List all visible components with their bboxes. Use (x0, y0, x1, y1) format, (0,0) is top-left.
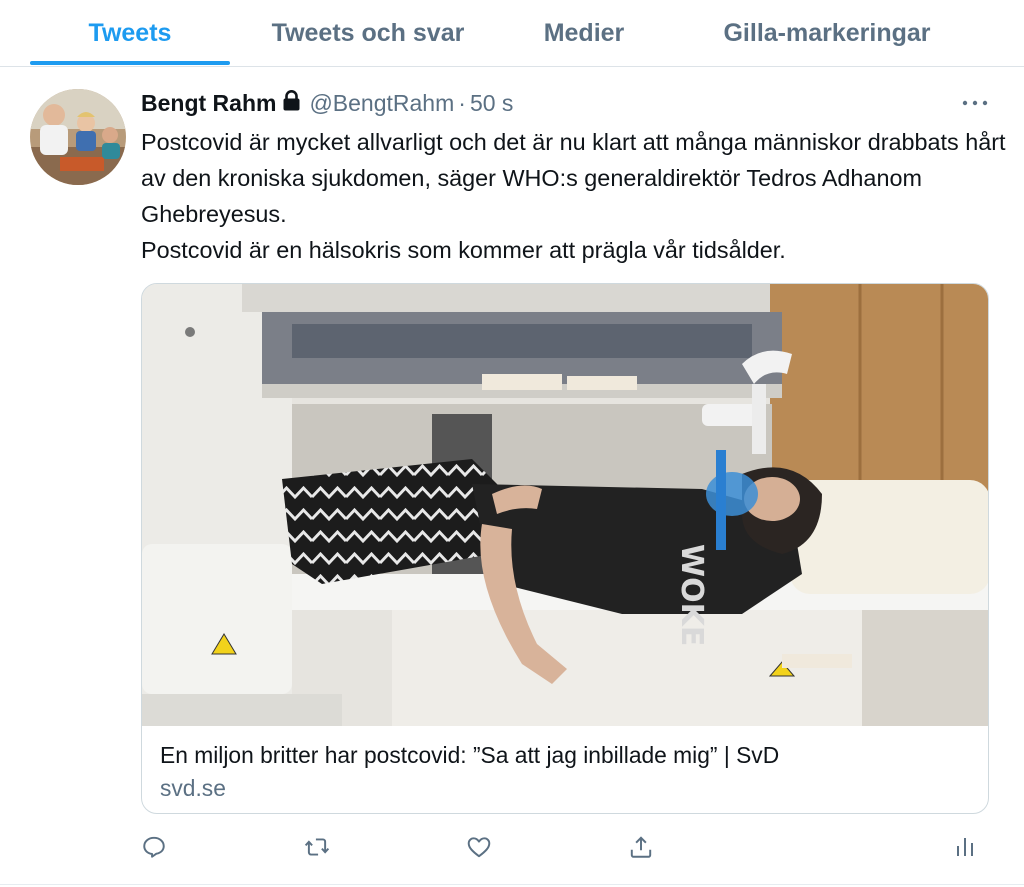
avatar[interactable] (30, 89, 126, 185)
tweet-text: Postcovid är mycket allvarligt och det ä… (141, 124, 1011, 268)
author-handle[interactable]: @BengtRahm (309, 90, 454, 117)
tweet-text-line: Postcovid är en hälsokris som kommer att… (141, 237, 786, 263)
tweet-text-line: Postcovid är mycket allvarligt och det ä… (141, 129, 1006, 227)
profile-tabs: Tweets Tweets och svar Medier Gilla-mark… (0, 0, 1024, 67)
tweet-timestamp[interactable]: 50 s (470, 90, 513, 117)
tab-media[interactable]: Medier (514, 0, 654, 66)
lock-icon (282, 89, 301, 117)
tab-likes[interactable]: Gilla-markeringar (696, 0, 958, 66)
reply-icon[interactable] (137, 830, 171, 864)
analytics-icon[interactable] (948, 830, 982, 864)
share-icon[interactable] (624, 830, 658, 864)
meta-separator: · (458, 89, 466, 116)
link-card-image[interactable]: WOKE (142, 284, 988, 726)
author-name[interactable]: Bengt Rahm (141, 90, 276, 117)
retweet-icon[interactable] (300, 830, 334, 864)
more-icon[interactable] (960, 96, 990, 110)
tab-tweets[interactable]: Tweets (30, 0, 230, 66)
tab-tweets-and-replies[interactable]: Tweets och svar (248, 0, 488, 66)
tweet-header: Bengt Rahm @BengtRahm · 50 s (141, 86, 513, 120)
link-card-domain: svd.se (160, 775, 226, 801)
like-icon[interactable] (462, 830, 496, 864)
svg-text:WOKE: WOKE (674, 544, 709, 646)
link-card-title[interactable]: En miljon britter har postcovid: ”Sa att… (160, 742, 779, 769)
link-card[interactable]: WOKE En miljon britter har postcovid: ”S… (141, 283, 989, 814)
active-tab-indicator (30, 61, 230, 65)
divider (0, 884, 1024, 885)
